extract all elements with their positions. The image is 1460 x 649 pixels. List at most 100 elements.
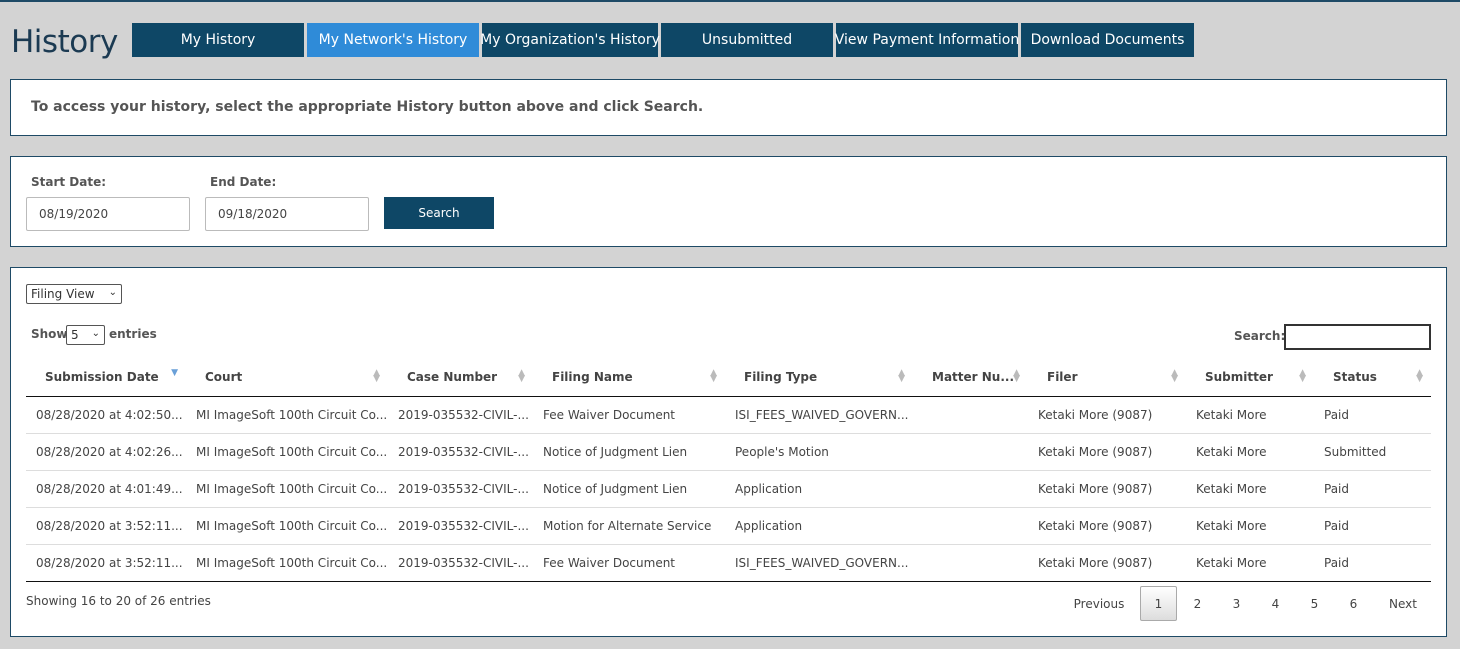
tab-my-history[interactable]: My History [132,23,304,57]
cell-submitter: Ketaki More [1186,470,1314,508]
cell-filer: Ketaki More (9087) [1028,396,1186,434]
tab-download-documents[interactable]: Download Documents [1021,23,1194,57]
cell-case-number: 2019-035532-CIVIL-... [388,433,533,471]
cell-case-number: 2019-035532-CIVIL-... [388,396,533,434]
cell-matter-number [913,544,1028,582]
search-button[interactable]: Search [384,197,494,229]
entries-select[interactable]: 5 ⌄ [66,325,105,345]
view-select-value: Filing View [31,287,95,301]
column-header-filer[interactable]: Filer ▲ ▼ [1028,358,1186,397]
cell-submission-date: 08/28/2020 at 3:52:11... [26,507,186,545]
cell-case-number: 2019-035532-CIVIL-... [388,507,533,545]
end-date-label: End Date: [210,175,277,189]
table-row[interactable]: 08/28/2020 at 4:02:26... MI ImageSoft 10… [26,433,1431,471]
cell-filing-type: ISI_FEES_WAIVED_GOVERN... [725,544,913,582]
start-date-label: Start Date: [31,175,107,189]
cell-filer: Ketaki More (9087) [1028,433,1186,471]
cell-submitter: Ketaki More [1186,544,1314,582]
cell-filing-type: Application [725,507,913,545]
start-date-input[interactable] [26,197,190,231]
cell-filing-type: People's Motion [725,433,913,471]
sort-icon: ▲ ▼ [1013,368,1020,384]
view-select[interactable]: Filing View ⌄ [26,284,122,304]
column-header-court[interactable]: Court ▲ ▼ [186,358,388,397]
cell-filing-name: Notice of Judgment Lien [533,433,725,471]
entries-label: entries [109,327,157,341]
column-header-filing-name[interactable]: Filing Name ▲ ▼ [533,358,725,397]
table-search-label: Search: [1234,329,1286,343]
cell-filing-name: Fee Waiver Document [533,396,725,434]
column-header-status[interactable]: Status ▲ ▼ [1314,358,1431,397]
column-header-submission-date[interactable]: Submission Date ▼ [26,358,186,397]
column-header-matter-number[interactable]: Matter Nu... ▲ ▼ [913,358,1028,397]
sort-icon: ▲ ▼ [898,368,905,384]
cell-matter-number [913,470,1028,508]
cell-filing-name: Notice of Judgment Lien [533,470,725,508]
pagination: Previous 1 2 3 4 5 6 Next [1061,586,1441,621]
chevron-down-icon: ⌄ [91,328,100,339]
pagination-page-6[interactable]: 6 [1335,586,1372,621]
cell-filing-name: Motion for Alternate Service [533,507,725,545]
sort-icon: ▲ ▼ [1299,368,1306,384]
cell-case-number: 2019-035532-CIVIL-... [388,544,533,582]
page-title: History [11,24,118,60]
cell-court: MI ImageSoft 100th Circuit Co... [186,507,388,545]
table-header-row: Submission Date ▼ Court ▲ ▼ Case Number ▲ ▼ F… [26,358,1431,397]
cell-filing-name: Fee Waiver Document [533,544,725,582]
cell-court: MI ImageSoft 100th Circuit Co... [186,470,388,508]
cell-case-number: 2019-035532-CIVIL-... [388,470,533,508]
cell-filer: Ketaki More (9087) [1028,507,1186,545]
table-row[interactable]: 08/28/2020 at 3:52:11... MI ImageSoft 10… [26,507,1431,545]
cell-filing-type: ISI_FEES_WAIVED_GOVERN... [725,396,913,434]
sort-icon: ▲ ▼ [1171,368,1178,384]
end-date-input[interactable] [205,197,369,231]
info-message: To access your history, select the appro… [31,99,704,115]
tab-view-payment-information[interactable]: View Payment Information [835,23,1019,57]
entries-select-value: 5 [71,328,79,342]
table-search-input[interactable] [1284,324,1431,350]
tab-unsubmitted[interactable]: Unsubmitted [661,23,833,57]
table-row[interactable]: 08/28/2020 at 4:01:49... MI ImageSoft 10… [26,470,1431,508]
info-panel: To access your history, select the appro… [10,79,1447,136]
history-table: Submission Date ▼ Court ▲ ▼ Case Number ▲ ▼ F… [26,358,1431,582]
pagination-next[interactable]: Next [1377,586,1429,621]
cell-matter-number [913,433,1028,471]
cell-court: MI ImageSoft 100th Circuit Co... [186,396,388,434]
sort-icon: ▲ ▼ [373,368,380,384]
cell-filer: Ketaki More (9087) [1028,470,1186,508]
cell-status: Submitted [1314,433,1431,471]
sort-icon: ▲ ▼ [710,368,717,384]
show-label: Show [31,327,68,341]
pagination-previous[interactable]: Previous [1061,586,1137,621]
column-header-submitter[interactable]: Submitter ▲ ▼ [1186,358,1314,397]
column-header-filing-type[interactable]: Filing Type ▲ ▼ [725,358,913,397]
sort-desc-icon: ▼ [171,368,178,378]
tab-my-organizations-history[interactable]: My Organization's History [480,23,660,57]
cell-submitter: Ketaki More [1186,433,1314,471]
cell-court: MI ImageSoft 100th Circuit Co... [186,544,388,582]
sort-icon: ▲ ▼ [518,368,525,384]
cell-submitter: Ketaki More [1186,507,1314,545]
pagination-page-4[interactable]: 4 [1257,586,1294,621]
pagination-page-5[interactable]: 5 [1296,586,1333,621]
table-row[interactable]: 08/28/2020 at 4:02:50... MI ImageSoft 10… [26,396,1431,434]
cell-submission-date: 08/28/2020 at 4:01:49... [26,470,186,508]
cell-submitter: Ketaki More [1186,396,1314,434]
cell-status: Paid [1314,507,1431,545]
pagination-page-1[interactable]: 1 [1140,586,1177,621]
cell-status: Paid [1314,396,1431,434]
cell-submission-date: 08/28/2020 at 3:52:11... [26,544,186,582]
tab-my-networks-history[interactable]: My Network's History [307,23,479,57]
cell-matter-number [913,507,1028,545]
pagination-page-3[interactable]: 3 [1218,586,1255,621]
cell-matter-number [913,396,1028,434]
cell-filing-type: Application [725,470,913,508]
cell-submission-date: 08/28/2020 at 4:02:50... [26,396,186,434]
cell-court: MI ImageSoft 100th Circuit Co... [186,433,388,471]
results-panel: Filing View ⌄ Show 5 ⌄ entries Search: S… [10,267,1447,637]
table-row[interactable]: 08/28/2020 at 3:52:11... MI ImageSoft 10… [26,544,1431,582]
chevron-down-icon: ⌄ [108,287,117,298]
column-header-case-number[interactable]: Case Number ▲ ▼ [388,358,533,397]
pagination-page-2[interactable]: 2 [1179,586,1216,621]
cell-submission-date: 08/28/2020 at 4:02:26... [26,433,186,471]
